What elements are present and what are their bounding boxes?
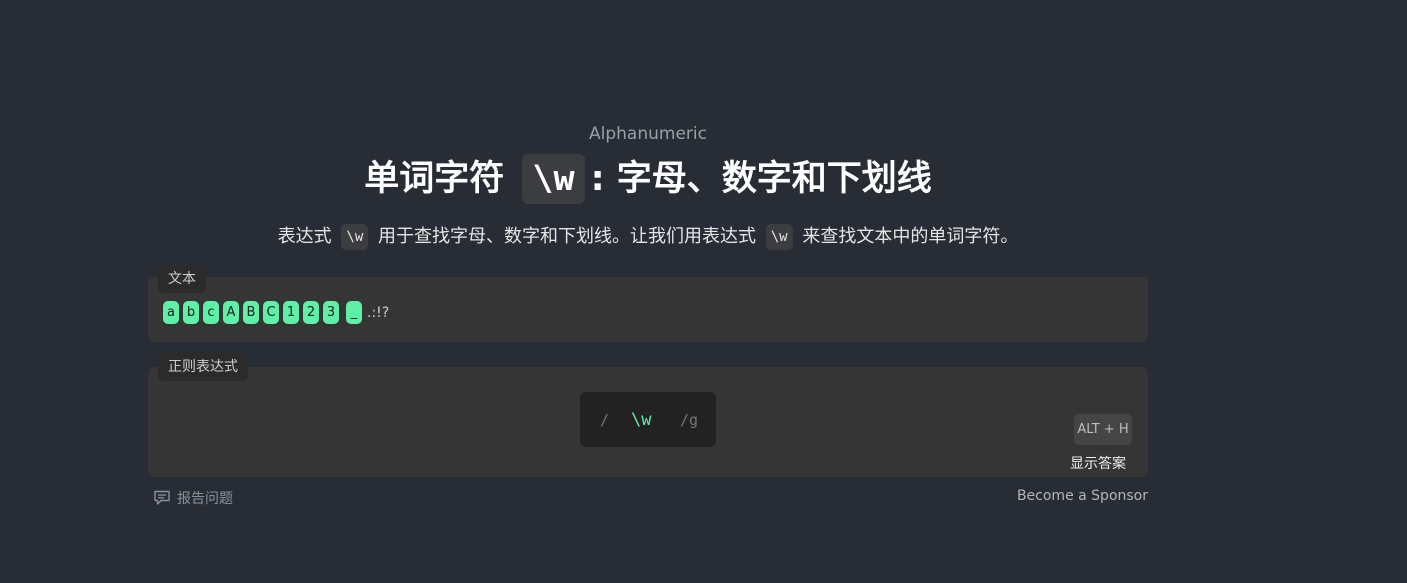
matched-char: c (203, 301, 219, 324)
page-subtitle: Alphanumeric (589, 124, 707, 144)
description-text-1: 表达式 (277, 226, 332, 247)
title-text-after: : 字母、数字和下划线 (590, 159, 932, 199)
matched-char: b (183, 301, 199, 324)
page-title: 单词字符 \w: 字母、数字和下划线 (0, 152, 1296, 206)
comment-icon (154, 490, 170, 505)
matched-char: _ (346, 301, 362, 324)
report-issue-link[interactable]: 报告问题 (153, 488, 233, 508)
description-text-2: 用于查找字母、数字和下划线。让我们用表达式 (378, 226, 756, 247)
page: Alphanumeric 单词字符 \w: 字母、数字和下划线 表达式 \w 用… (0, 0, 1407, 583)
matched-char: 2 (303, 301, 319, 324)
title-code: \w (522, 154, 585, 204)
lesson-description: 表达式 \w 用于查找字母、数字和下划线。让我们用表达式 \w 来查找文本中的单… (0, 222, 1296, 250)
matched-char: B (243, 301, 259, 324)
show-answer-button[interactable]: 显示答案 (1070, 453, 1146, 473)
regex-flags: /g (680, 410, 699, 429)
title-text-before: 单词字符 (364, 159, 505, 199)
unmatched-text: .:!? (367, 304, 390, 321)
matched-char: A (223, 301, 239, 324)
regex-input[interactable]: / \w /g (580, 392, 716, 447)
report-issue-label: 报告问题 (177, 491, 233, 507)
regex-open-slash: / (600, 410, 610, 429)
sample-text: a b c A B C 1 2 3 _ .:!? (163, 301, 389, 324)
become-sponsor-link[interactable]: Become a Sponsor (1017, 488, 1148, 504)
regex-pattern[interactable]: \w (631, 410, 651, 430)
matched-char: 3 (323, 301, 339, 324)
matched-char: 1 (283, 301, 299, 324)
matched-char: C (263, 301, 279, 324)
description-text-3: 来查找文本中的单词字符。 (802, 226, 1019, 247)
description-code-1: \w (341, 224, 369, 250)
matched-char: a (163, 301, 179, 324)
regex-panel-label: 正则表达式 (158, 353, 248, 381)
show-answer-shortcut[interactable]: ALT + H (1074, 414, 1132, 445)
text-panel-label: 文本 (158, 265, 206, 293)
description-code-2: \w (765, 224, 793, 250)
